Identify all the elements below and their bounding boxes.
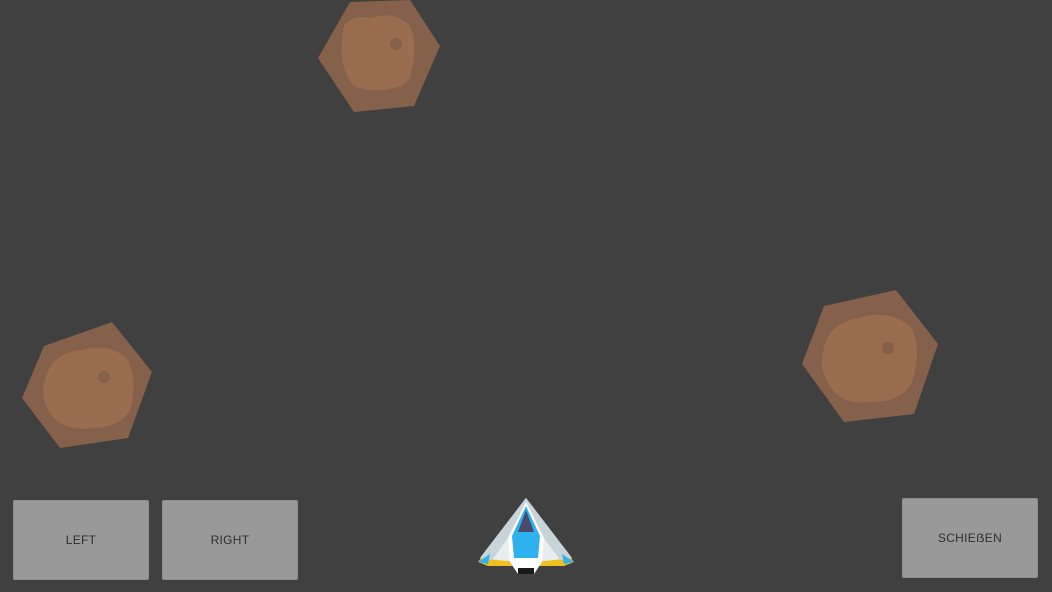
asteroid-sprite xyxy=(22,322,152,448)
game-canvas: LEFT RIGHT SCHIEẞEN xyxy=(0,0,1052,592)
left-button-label: LEFT xyxy=(65,533,97,547)
left-button[interactable]: LEFT xyxy=(13,500,149,580)
asteroid-sprite xyxy=(802,290,938,422)
asteroid-sprite xyxy=(318,0,440,112)
right-button-label: RIGHT xyxy=(210,533,250,547)
shoot-button-label: SCHIEẞEN xyxy=(937,531,1003,545)
shoot-button[interactable]: SCHIEẞEN xyxy=(902,498,1038,578)
spaceship-sprite xyxy=(478,498,574,574)
right-button[interactable]: RIGHT xyxy=(162,500,298,580)
